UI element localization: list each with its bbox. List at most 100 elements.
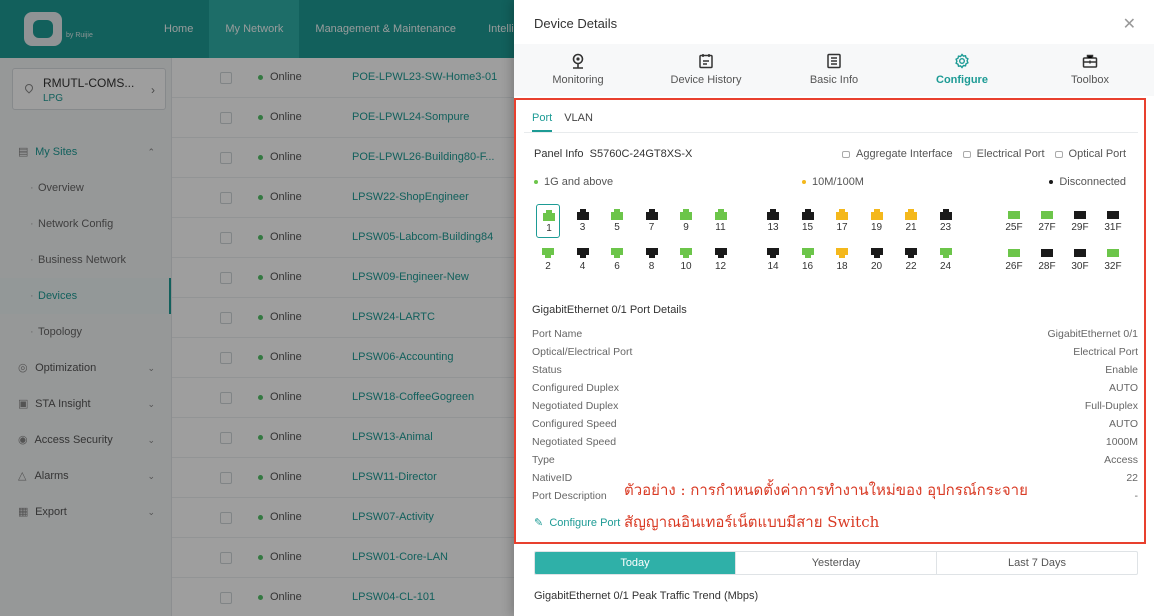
switch-port[interactable]: 17	[830, 204, 854, 238]
port-icon	[680, 248, 692, 260]
switch-port[interactable]: 16	[796, 248, 820, 282]
subtab-divider	[524, 132, 1138, 133]
port-number: 15	[801, 222, 814, 233]
port-icon	[611, 248, 623, 260]
switch-port[interactable]: 12	[709, 248, 733, 282]
detail-row: Negotiated Duplex Full-Duplex	[532, 400, 1138, 418]
port-subtabs: Port VLAN	[532, 112, 605, 132]
port-icon	[611, 208, 623, 220]
switch-port[interactable]: 23	[934, 204, 958, 238]
switch-port[interactable]: 30F	[1068, 248, 1092, 282]
toolbox-icon	[1026, 52, 1154, 70]
switch-port[interactable]: 1	[536, 204, 560, 238]
port-number: 9	[683, 222, 689, 233]
tab-configure[interactable]: Configure	[898, 44, 1026, 96]
switch-port[interactable]: 32F	[1101, 248, 1125, 282]
port-number: 10	[680, 261, 692, 272]
detail-value: AUTO	[1109, 382, 1138, 394]
port-icon	[767, 248, 779, 260]
switch-port[interactable]: 25F	[1002, 204, 1026, 238]
port-icon	[714, 208, 727, 220]
switch-port[interactable]: 28F	[1035, 248, 1059, 282]
tab-monitoring[interactable]: Monitoring	[514, 44, 642, 96]
switch-port[interactable]: 29F	[1068, 204, 1092, 238]
detail-row: Status Enable	[532, 364, 1138, 382]
close-icon[interactable]: ✕	[1123, 14, 1136, 34]
detail-label: Configured Duplex	[532, 382, 619, 394]
tab-toolbox[interactable]: Toolbox	[1026, 44, 1154, 96]
subtab-vlan[interactable]: VLAN	[564, 112, 593, 132]
switch-port[interactable]: 13	[761, 204, 785, 238]
switch-port[interactable]: 27F	[1035, 204, 1059, 238]
port-icon	[836, 248, 848, 260]
detail-row: Configured Speed AUTO	[532, 418, 1138, 436]
port-number: 23	[939, 222, 952, 233]
switch-port[interactable]: 7	[640, 204, 664, 238]
tab-today[interactable]: Today	[535, 552, 736, 574]
detail-label: Type	[532, 454, 555, 466]
switch-port[interactable]: 31F	[1101, 204, 1125, 238]
switch-port[interactable]: 24	[934, 248, 958, 282]
electrical-port-icon	[962, 150, 971, 158]
subtab-port[interactable]: Port	[532, 112, 553, 132]
port-icon	[870, 208, 883, 220]
switch-port[interactable]: 4	[571, 248, 595, 282]
panel-info-label: Panel Info	[534, 148, 584, 160]
detail-value: 1000M	[1105, 436, 1138, 448]
annotation-line-1: ตัวอย่าง : การกำหนดตั้งค่าการทำงานใหม่ขอ…	[624, 481, 1028, 499]
switch-port[interactable]: 20	[865, 248, 889, 282]
yellow-dot-icon	[802, 180, 806, 185]
port-icon	[1008, 208, 1020, 220]
drawer-title: Device Details	[534, 16, 618, 31]
switch-port[interactable]: 3	[571, 204, 595, 238]
switch-port[interactable]: 8	[640, 248, 664, 282]
modal-overlay[interactable]	[0, 0, 514, 616]
switch-port[interactable]: 15	[796, 204, 820, 238]
detail-value: Enable	[1105, 364, 1138, 376]
switch-port[interactable]: 6	[605, 248, 629, 282]
monitoring-icon	[514, 52, 642, 70]
port-details-title: GigabitEthernet 0/1 Port Details	[532, 304, 687, 316]
port-icon	[543, 209, 555, 221]
detail-label: Status	[532, 364, 562, 376]
switch-port[interactable]: 26F	[1002, 248, 1026, 282]
port-icon	[1107, 248, 1119, 260]
switch-port[interactable]: 19	[865, 204, 889, 238]
port-icon	[870, 248, 883, 260]
switch-port[interactable]: 2	[536, 248, 560, 282]
port-number: 25F	[1005, 222, 1023, 233]
tab-basic-info[interactable]: Basic Info	[770, 44, 898, 96]
switch-port[interactable]: 10	[674, 248, 698, 282]
detail-label: Port Name	[532, 328, 583, 340]
configure-port-link[interactable]: ✎ Configure Port	[534, 516, 620, 529]
port-icon	[801, 248, 814, 260]
switch-port[interactable]: 9	[674, 204, 698, 238]
switch-port[interactable]: 22	[899, 248, 923, 282]
port-icon	[680, 208, 692, 220]
switch-port[interactable]: 14	[761, 248, 785, 282]
switch-port[interactable]: 11	[709, 204, 733, 238]
port-number: 26F	[1005, 261, 1023, 272]
switch-port[interactable]: 21	[899, 204, 923, 238]
port-number: 1	[546, 223, 552, 234]
port-icon	[905, 208, 917, 220]
port-number: 8	[648, 261, 655, 272]
tab-yesterday[interactable]: Yesterday	[736, 552, 937, 574]
legend-electrical: Electrical Port	[962, 148, 1045, 160]
legend-disconnected: Disconnected	[1049, 176, 1126, 188]
tab-last-7-days[interactable]: Last 7 Days	[937, 552, 1137, 574]
switch-port[interactable]: 5	[605, 204, 629, 238]
legend-1g: 1G and above	[534, 176, 613, 188]
aggregate-interface-icon	[842, 150, 851, 158]
port-icon	[939, 248, 952, 260]
port-number: 30F	[1071, 261, 1089, 272]
port-number: 18	[836, 261, 848, 272]
port-number: 17	[836, 222, 848, 233]
tab-device-history[interactable]: Device History	[642, 44, 770, 96]
port-number: 14	[767, 261, 779, 272]
port-number: 6	[614, 261, 620, 272]
switch-port[interactable]: 18	[830, 248, 854, 282]
black-dot-icon	[1049, 180, 1054, 185]
detail-value: 22	[1126, 472, 1138, 484]
port-number: 20	[870, 261, 883, 272]
